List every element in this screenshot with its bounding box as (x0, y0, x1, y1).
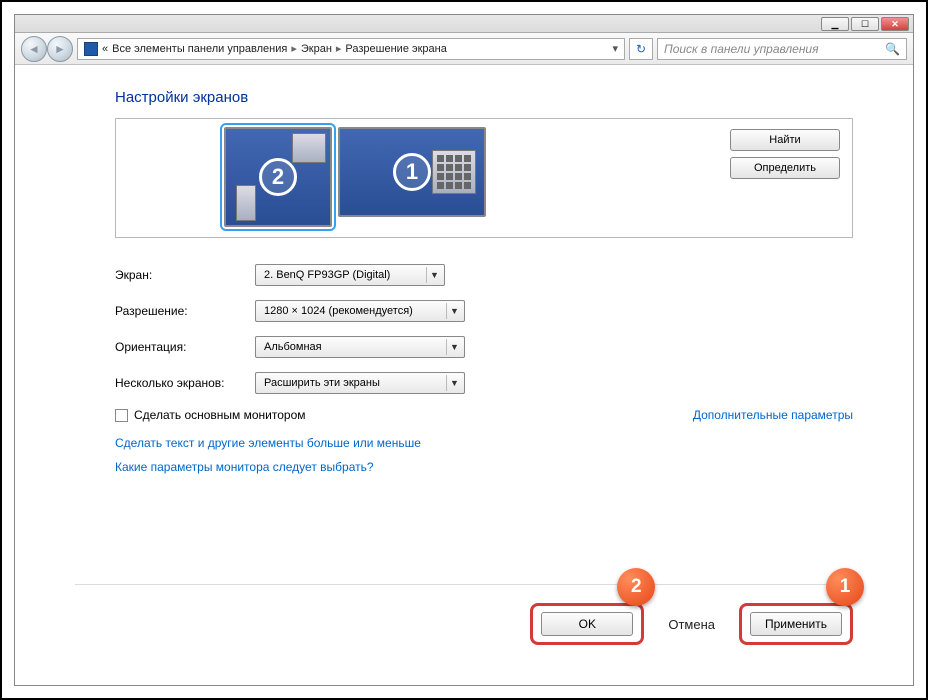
primary-monitor-checkbox[interactable] (115, 409, 128, 422)
orientation-label: Ориентация: (115, 340, 255, 354)
breadcrumb-part[interactable]: Разрешение экрана (345, 43, 446, 55)
maximize-button[interactable]: ☐ (851, 17, 879, 31)
minimize-button[interactable]: ▁ (821, 17, 849, 31)
monitor-decor (292, 133, 326, 163)
nav-back-button[interactable]: ◄ (21, 36, 47, 62)
resolution-value: 1280 × 1024 (рекомендуется) (264, 305, 413, 317)
advanced-settings-link[interactable]: Дополнительные параметры (693, 408, 853, 422)
close-button[interactable]: ✕ (881, 17, 909, 31)
breadcrumb-dropdown-icon[interactable]: ▾ (612, 42, 618, 55)
chevron-down-icon: ▼ (446, 375, 462, 391)
ok-button[interactable]: OK (541, 612, 633, 636)
apply-button[interactable]: Применить (750, 612, 842, 636)
monitor-1[interactable]: 1 (338, 127, 486, 217)
text-size-link[interactable]: Сделать текст и другие элементы больше и… (115, 436, 853, 450)
control-panel-icon (84, 42, 98, 56)
callout-badge-2: 2 (617, 568, 655, 606)
resolution-select[interactable]: 1280 × 1024 (рекомендуется) ▼ (255, 300, 465, 322)
orientation-select[interactable]: Альбомная ▼ (255, 336, 465, 358)
monitor-2[interactable]: 2 (224, 127, 332, 227)
breadcrumb[interactable]: « Все элементы панели управления ▸ Экран… (77, 38, 625, 60)
screen-select[interactable]: 2. BenQ FP93GP (Digital) ▼ (255, 264, 445, 286)
screen-value: 2. BenQ FP93GP (Digital) (264, 269, 390, 281)
page-title: Настройки экранов (115, 89, 853, 106)
monitor-number-badge: 1 (393, 153, 431, 191)
breadcrumb-part[interactable]: Экран (301, 43, 332, 55)
which-monitor-link[interactable]: Какие параметры монитора следует выбрать… (115, 460, 853, 474)
chevron-right-icon: ▸ (291, 42, 297, 55)
detect-button[interactable]: Определить (730, 157, 840, 179)
monitor-decor (432, 150, 476, 194)
multi-value: Расширить эти экраны (264, 377, 380, 389)
find-button[interactable]: Найти (730, 129, 840, 151)
screen-label: Экран: (115, 268, 255, 282)
callout-highlight-apply: 1 Применить (739, 603, 853, 645)
primary-monitor-label: Сделать основным монитором (134, 408, 306, 422)
resolution-label: Разрешение: (115, 304, 255, 318)
callout-highlight-ok: 2 OK (530, 603, 644, 645)
search-input[interactable]: Поиск в панели управления 🔍 (657, 38, 907, 60)
monitor-number-badge: 2 (259, 158, 297, 196)
chevron-down-icon: ▼ (446, 303, 462, 319)
search-icon: 🔍 (885, 42, 900, 56)
refresh-button[interactable]: ↻ (629, 38, 653, 60)
monitor-decor (236, 185, 256, 221)
chevron-down-icon: ▼ (446, 339, 462, 355)
breadcrumb-part[interactable]: Все элементы панели управления (112, 43, 287, 55)
multi-label: Несколько экранов: (115, 376, 255, 390)
cancel-button[interactable]: Отмена (664, 617, 719, 632)
nav-forward-button[interactable]: ► (47, 36, 73, 62)
multi-display-select[interactable]: Расширить эти экраны ▼ (255, 372, 465, 394)
monitor-arrangement-pane[interactable]: 2 1 Найти Определить (115, 118, 853, 238)
search-placeholder: Поиск в панели управления (664, 42, 819, 56)
chevron-down-icon: ▼ (426, 267, 442, 283)
orientation-value: Альбомная (264, 341, 322, 353)
callout-badge-1: 1 (826, 568, 864, 606)
breadcrumb-prefix: « (102, 43, 108, 55)
chevron-right-icon: ▸ (336, 42, 342, 55)
